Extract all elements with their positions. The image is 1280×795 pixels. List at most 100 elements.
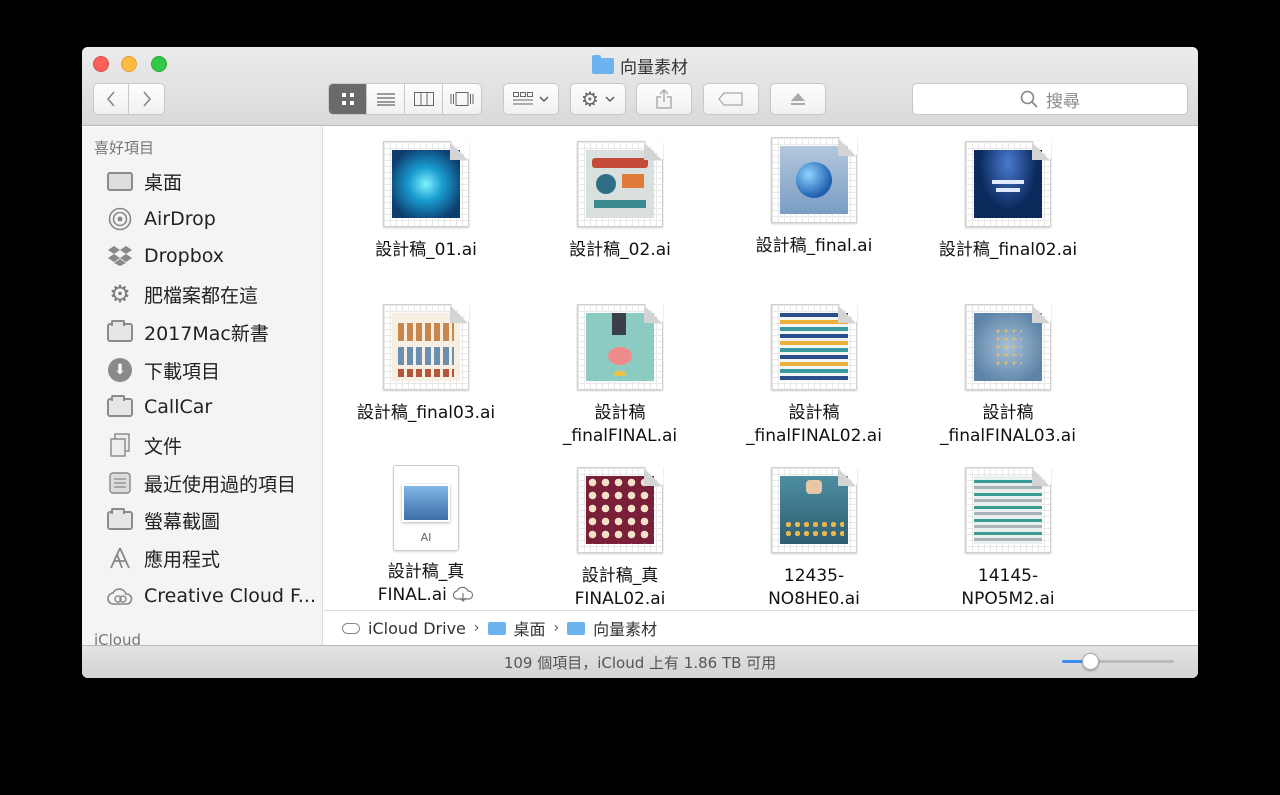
documents-icon (106, 433, 134, 457)
file-item[interactable]: 12435- NO8HE0.ai (719, 467, 909, 610)
file-item[interactable]: 設計稿 _finalFINAL02.ai (719, 304, 909, 448)
action-button[interactable]: ⚙ (570, 83, 626, 115)
sidebar-item-label: 螢幕截圖 (144, 510, 221, 533)
icloud-download-icon[interactable] (452, 586, 474, 602)
list-icon (376, 93, 395, 106)
file-name: 設計稿_02.ai (569, 240, 671, 260)
status-bar: 109 個項目，iCloud 上有 1.86 TB 可用 (82, 645, 1198, 678)
sidebar-item-label: 桌面 (144, 171, 183, 194)
sidebar-item-label: 最近使用過的項目 (144, 473, 297, 496)
sidebar-item-creative-cloud[interactable]: Creative Cloud F... (106, 581, 316, 611)
sidebar-item-desktop[interactable]: 桌面 (106, 166, 182, 196)
desktop-icon (106, 169, 134, 193)
sidebar-item-recents[interactable]: 最近使用過的項目 (106, 468, 296, 498)
back-button[interactable] (93, 83, 129, 115)
sidebar-item-documents[interactable]: 文件 (106, 430, 182, 460)
folder-icon (106, 319, 134, 344)
file-name: 設計稿_final02.ai (938, 240, 1078, 260)
slider-knob[interactable] (1082, 653, 1099, 670)
folder-icon (567, 621, 586, 635)
chevron-right-icon: › (473, 620, 480, 636)
sidebar-item-applications[interactable]: 應用程式 (106, 543, 220, 573)
sidebar-item-label: CallCar (144, 396, 213, 418)
ai-file-generic-icon: AI (393, 465, 459, 551)
ai-label: AI (420, 531, 432, 544)
cover-flow-view-button[interactable] (443, 84, 481, 114)
sidebar-item-label: 應用程式 (144, 548, 221, 571)
file-item[interactable]: AI 設計稿_真 FINAL.ai (331, 465, 521, 607)
titlebar: 向量素材 ⚙ 搜尋 (82, 47, 1198, 126)
file-thumbnail (965, 141, 1051, 227)
dropbox-icon (106, 244, 134, 268)
share-icon (656, 89, 672, 109)
search-field[interactable]: 搜尋 (912, 83, 1188, 115)
sidebar-item-label: AirDrop (144, 208, 216, 230)
finder-window: 向量素材 ⚙ 搜尋 喜好項目 桌面 AirDrop Dropbox ⚙ 肥檔案都… (82, 47, 1198, 678)
list-view-button[interactable] (367, 84, 405, 114)
folder-icon (487, 621, 506, 635)
sidebar-item-label: 文件 (144, 435, 183, 458)
share-button[interactable] (636, 83, 692, 115)
sidebar-item-screenshots[interactable]: 螢幕截圖 (106, 505, 220, 535)
tags-button[interactable] (703, 83, 759, 115)
sidebar-item-downloads[interactable]: ⬇ 下載項目 (106, 355, 220, 385)
file-thumbnail (383, 304, 469, 390)
sidebar-item-2017mac[interactable]: 2017Mac新書 (106, 317, 269, 347)
file-item[interactable]: 設計稿_final03.ai (331, 304, 521, 425)
file-name-text: 設計稿_真 FINAL.ai (377, 562, 465, 605)
grid-icon (341, 93, 354, 105)
status-text: 109 個項目，iCloud 上有 1.86 TB 可用 (503, 654, 777, 672)
gear-folder-icon: ⚙ (109, 280, 131, 308)
path-segment[interactable]: 桌面 (514, 616, 546, 640)
favorites-header: 喜好項目 (94, 139, 155, 157)
file-thumbnail (577, 467, 663, 553)
sidebar-item-airdrop[interactable]: AirDrop (106, 204, 216, 234)
file-name: 設計稿 _finalFINAL02.ai (746, 403, 882, 446)
sidebar-item-dropbox[interactable]: Dropbox (106, 241, 224, 271)
eject-button[interactable] (770, 83, 826, 115)
view-mode-control (328, 83, 482, 115)
sidebar: 喜好項目 桌面 AirDrop Dropbox ⚙ 肥檔案都在這 2017Mac… (82, 127, 323, 645)
search-placeholder: 搜尋 (1046, 91, 1080, 112)
chevron-right-icon (142, 91, 151, 107)
folder-icon (592, 54, 614, 74)
file-item[interactable]: 設計稿 _finalFINAL03.ai (913, 304, 1103, 448)
file-item[interactable]: 設計稿_final.ai (719, 137, 909, 258)
sidebar-item-big-files[interactable]: ⚙ 肥檔案都在這 (106, 279, 258, 309)
file-item[interactable]: 設計稿_final02.ai (913, 141, 1103, 262)
file-thumbnail (771, 137, 857, 223)
sidebar-item-label: Dropbox (144, 245, 225, 267)
file-name: 設計稿 _finalFINAL.ai (562, 403, 678, 446)
file-name: 12435- NO8HE0.ai (768, 566, 860, 609)
icloud-header: iCloud (94, 631, 142, 645)
file-item[interactable]: 設計稿 _finalFINAL.ai (525, 304, 715, 448)
file-item[interactable]: 14145- NPO5M2.ai (913, 467, 1103, 610)
file-name: 設計稿_final03.ai (356, 403, 496, 423)
file-name: 14145- NPO5M2.ai (961, 566, 1055, 609)
recents-icon (106, 471, 134, 495)
cover-flow-icon (450, 92, 474, 106)
icon-view-button[interactable] (329, 84, 367, 114)
file-name: 設計稿 _finalFINAL03.ai (940, 403, 1076, 446)
sidebar-item-callcar[interactable]: CallCar (106, 392, 212, 422)
file-item[interactable]: 設計稿_真 FINAL02.ai (525, 467, 715, 610)
download-icon: ⬇ (106, 358, 134, 382)
icon-size-slider[interactable] (1062, 653, 1174, 670)
file-thumbnail (771, 304, 857, 390)
forward-button[interactable] (128, 83, 165, 115)
column-view-button[interactable] (405, 84, 443, 114)
file-thumbnail (965, 304, 1051, 390)
file-item[interactable]: 設計稿_02.ai (525, 141, 715, 262)
file-item[interactable]: 設計稿_01.ai (331, 141, 521, 262)
chevron-down-icon (605, 96, 615, 102)
eject-icon (791, 93, 805, 105)
path-segment[interactable]: 向量素材 (593, 616, 657, 640)
preview-picture-icon (402, 484, 450, 522)
folder-icon (106, 394, 134, 419)
columns-icon (413, 92, 434, 106)
gear-icon: ⚙ (581, 87, 599, 111)
path-segment[interactable]: iCloud Drive (368, 619, 466, 638)
chevron-left-icon (106, 91, 115, 107)
chevron-down-icon (539, 96, 549, 102)
arrange-button[interactable] (503, 83, 559, 115)
